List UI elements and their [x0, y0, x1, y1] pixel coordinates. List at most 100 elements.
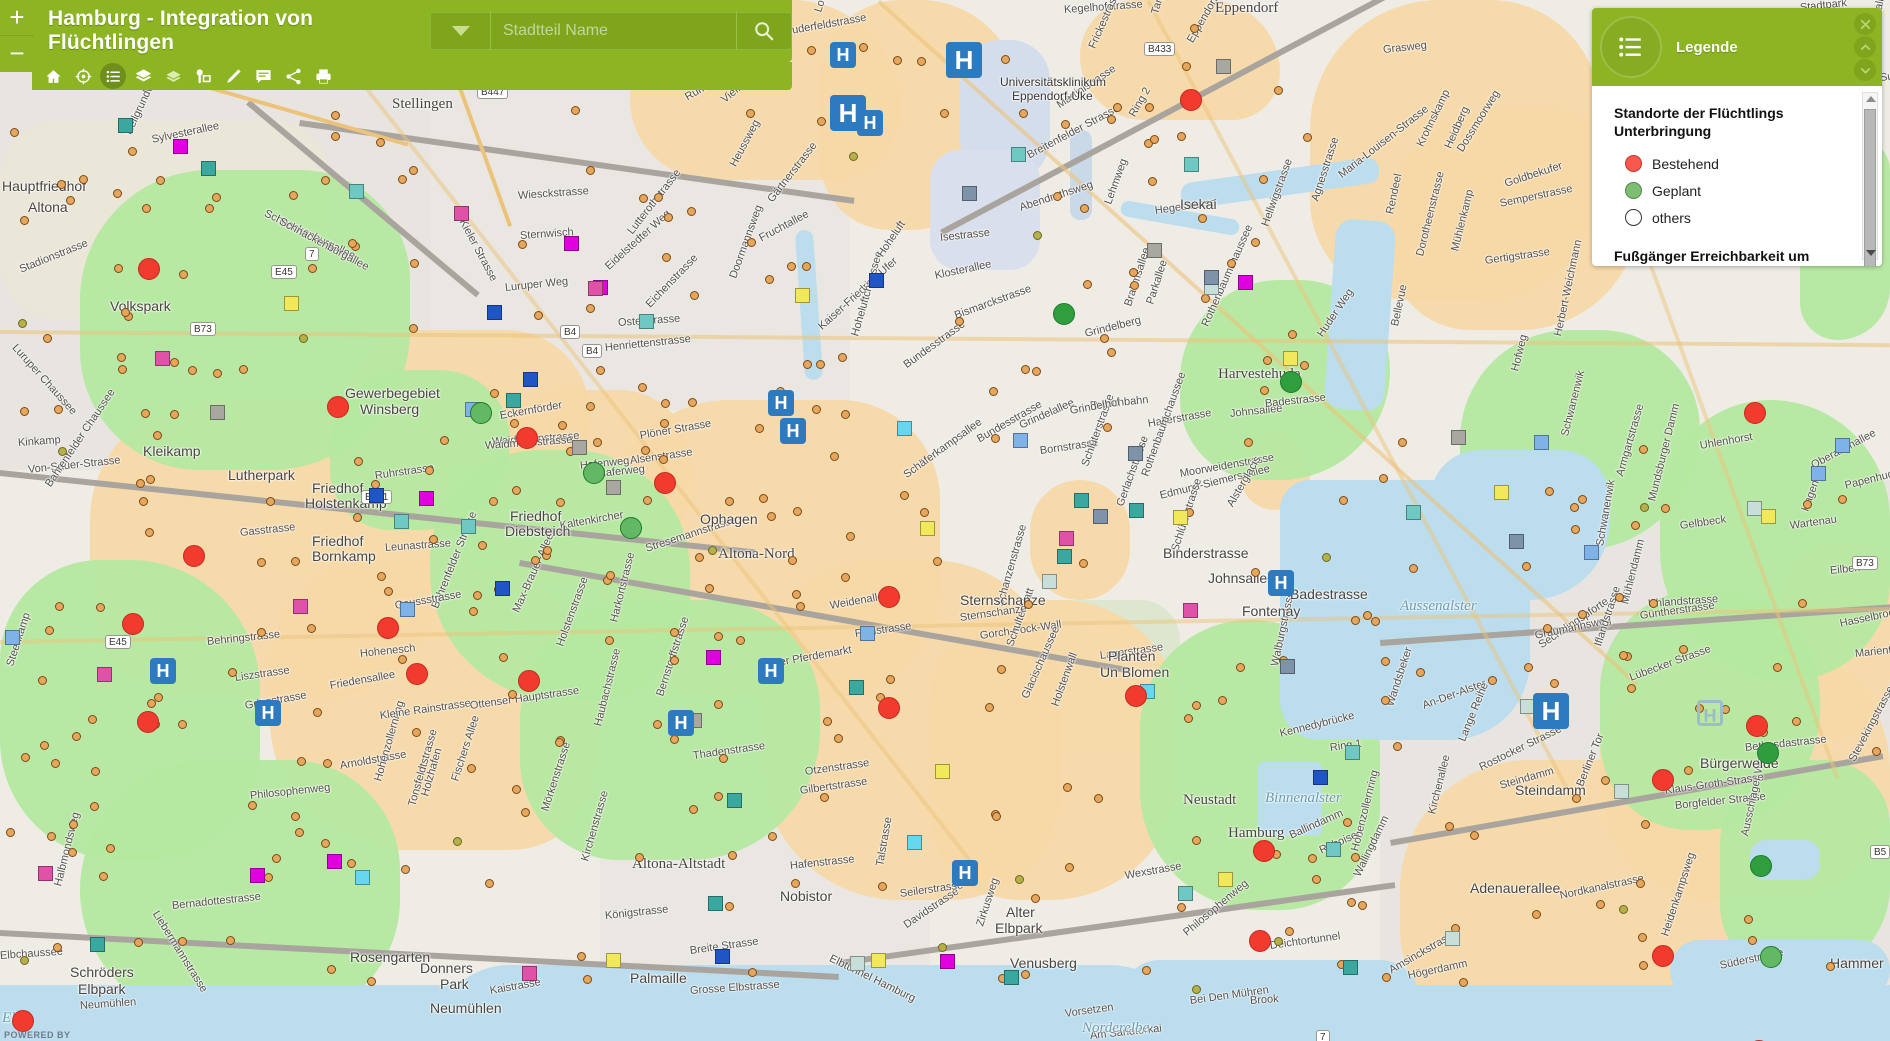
facility-marker[interactable] — [326, 854, 342, 870]
facility-marker[interactable] — [200, 160, 216, 176]
kita-marker[interactable] — [748, 967, 757, 977]
facility-marker[interactable] — [706, 649, 722, 665]
kita-marker[interactable] — [472, 591, 482, 600]
kita-marker[interactable] — [141, 204, 151, 214]
hospital-icon[interactable]: H — [857, 110, 883, 136]
hospital-icon[interactable]: H — [952, 860, 978, 886]
kita-marker[interactable] — [877, 882, 887, 892]
kita-marker[interactable] — [211, 192, 221, 202]
kita-marker[interactable] — [1060, 119, 1070, 129]
accommodation-existing[interactable] — [518, 670, 540, 692]
facility-marker[interactable] — [564, 236, 580, 252]
kita-marker[interactable] — [593, 437, 603, 447]
kita-marker[interactable] — [54, 602, 64, 612]
kita-marker[interactable] — [39, 740, 49, 750]
kita-marker[interactable] — [1141, 965, 1151, 975]
kita-marker[interactable] — [767, 831, 777, 841]
facility-marker[interactable] — [97, 667, 113, 683]
kita-marker[interactable] — [642, 495, 652, 505]
kita-marker[interactable] — [1236, 662, 1246, 672]
kita-marker[interactable] — [1001, 54, 1010, 64]
kita-marker[interactable] — [490, 388, 500, 398]
facility-marker[interactable] — [870, 953, 886, 969]
kita-marker[interactable] — [1307, 853, 1317, 863]
facility-marker[interactable] — [453, 206, 469, 222]
kita-marker[interactable] — [265, 496, 275, 506]
kita-marker[interactable] — [840, 572, 850, 582]
kita-marker[interactable] — [754, 423, 764, 433]
kita-marker[interactable] — [507, 690, 517, 700]
kita-marker[interactable] — [1299, 360, 1309, 370]
kita-marker[interactable] — [786, 262, 796, 272]
hospital-icon[interactable]: H — [758, 658, 784, 684]
accommodation-existing[interactable] — [122, 613, 144, 635]
facility-marker[interactable] — [850, 956, 866, 972]
accommodation-planned[interactable] — [1053, 303, 1075, 325]
kita-marker[interactable] — [791, 878, 801, 888]
facility-marker[interactable] — [1450, 430, 1466, 446]
kita-marker[interactable] — [424, 465, 434, 475]
accommodation-existing[interactable] — [137, 711, 159, 733]
kita-marker[interactable] — [57, 446, 67, 456]
chevron-up-icon[interactable] — [1854, 36, 1876, 58]
kita-marker[interactable] — [1273, 86, 1283, 96]
facility-marker[interactable] — [1041, 573, 1057, 589]
facility-marker[interactable] — [1279, 658, 1295, 674]
hospital-icon[interactable]: H — [1533, 693, 1569, 729]
kita-marker[interactable] — [453, 836, 463, 846]
hospital-icon[interactable]: H — [1697, 700, 1723, 726]
kita-marker[interactable] — [1128, 268, 1138, 278]
kita-marker[interactable] — [1099, 334, 1109, 344]
kita-marker[interactable] — [1357, 900, 1367, 910]
kita-marker[interactable] — [817, 116, 827, 126]
search-button[interactable] — [736, 12, 791, 50]
kita-marker[interactable] — [1031, 366, 1041, 376]
kita-marker[interactable] — [585, 165, 595, 175]
kita-marker[interactable] — [919, 508, 929, 518]
kita-marker[interactable] — [727, 851, 737, 861]
legend-item[interactable]: others — [1614, 204, 1866, 231]
kita-marker[interactable] — [297, 756, 307, 766]
facility-marker[interactable] — [1217, 871, 1233, 887]
kita-marker[interactable] — [845, 531, 855, 541]
kita-marker[interactable] — [146, 474, 156, 484]
kita-marker[interactable] — [1031, 893, 1041, 903]
kita-marker[interactable] — [411, 727, 421, 737]
facility-marker[interactable] — [505, 393, 521, 409]
kita-marker[interactable] — [1392, 742, 1402, 752]
kita-marker[interactable] — [571, 105, 581, 115]
facility-marker[interactable] — [523, 371, 539, 387]
kita-marker[interactable] — [308, 264, 318, 274]
kita-marker[interactable] — [346, 858, 356, 868]
facility-marker[interactable] — [587, 280, 603, 296]
map-toolbar[interactable] — [32, 62, 792, 90]
legend-body[interactable]: Standorte der Flüchtlings Unterbringung … — [1592, 86, 1882, 266]
facility-marker[interactable] — [173, 138, 189, 154]
kita-marker[interactable] — [113, 263, 123, 273]
kita-marker[interactable] — [1191, 701, 1201, 711]
facility-marker[interactable] — [155, 350, 171, 366]
kita-marker[interactable] — [1600, 775, 1610, 785]
home-icon[interactable] — [40, 63, 66, 89]
kita-marker[interactable] — [806, 45, 816, 55]
accommodation-existing[interactable] — [1253, 840, 1275, 862]
kita-marker[interactable] — [802, 359, 812, 369]
kita-marker[interactable] — [127, 146, 137, 156]
kita-marker[interactable] — [1838, 494, 1848, 504]
facility-marker[interactable] — [1494, 484, 1510, 500]
kita-marker[interactable] — [796, 601, 806, 611]
kita-marker[interactable] — [886, 674, 896, 684]
kita-marker[interactable] — [1744, 914, 1754, 924]
kita-marker[interactable] — [188, 365, 198, 375]
accommodation-existing[interactable] — [1652, 945, 1674, 967]
kita-marker[interactable] — [554, 737, 564, 747]
zoom-in-button[interactable]: + — [0, 0, 34, 36]
kita-marker[interactable] — [499, 652, 509, 662]
facility-marker[interactable] — [1127, 446, 1143, 462]
kita-marker[interactable] — [1619, 904, 1629, 914]
close-icon[interactable] — [1854, 13, 1876, 35]
kita-marker[interactable] — [383, 587, 393, 597]
facility-marker[interactable] — [4, 629, 20, 645]
kita-marker[interactable] — [227, 667, 237, 677]
kita-marker[interactable] — [1570, 524, 1580, 534]
